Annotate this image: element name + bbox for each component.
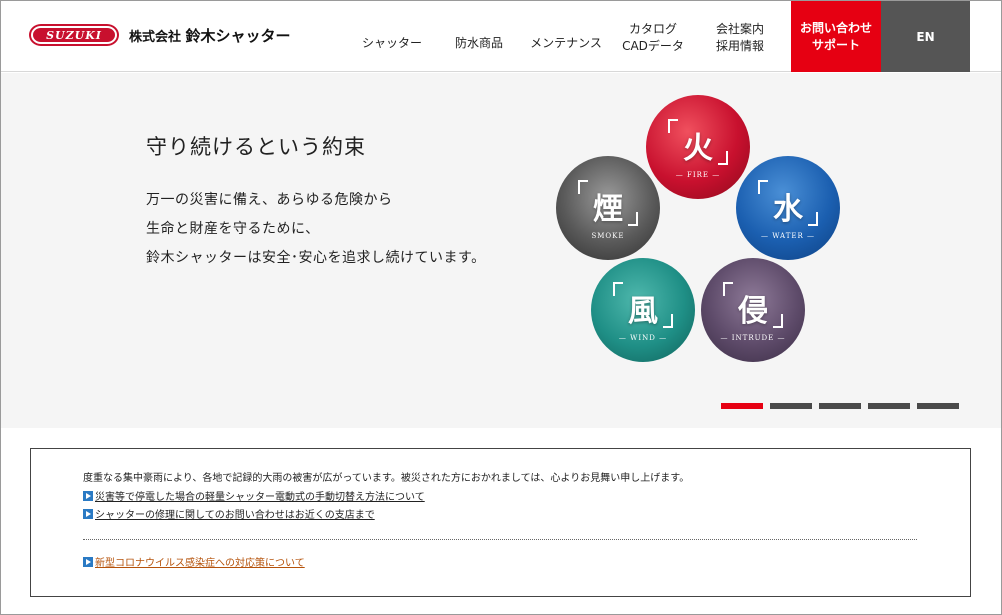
bracket-close-icon bbox=[718, 151, 728, 165]
contact-line2: サポート bbox=[811, 37, 860, 52]
hero-line-2: 生命と財産を守るために、 bbox=[146, 221, 320, 237]
carousel-indicators bbox=[721, 403, 959, 409]
wind-circle[interactable]: 風 — WIND — bbox=[591, 258, 695, 362]
nav-waterproof[interactable]: 防水商品 bbox=[441, 1, 517, 72]
nav-company[interactable]: 会社案内 採用情報 bbox=[701, 1, 779, 72]
contact-support-button[interactable]: お問い合わせ サポート bbox=[791, 1, 881, 72]
notice-box: 度重なる集中豪雨により、各地で記録的大雨の被害が広がっています。被災された方にお… bbox=[30, 448, 971, 597]
hero-section: 守り続けるという約束 万一の災害に備え、あらゆる危険から 生命と財産を守るために… bbox=[1, 73, 1001, 428]
nav-waterproof-label: 防水商品 bbox=[454, 36, 503, 50]
notice-link-covid[interactable]: 新型コロナウイルス感染症への対応策について bbox=[83, 554, 305, 569]
language-en-button[interactable]: EN bbox=[881, 1, 970, 72]
notice-link-power-outage-label: 災害等で停電した場合の軽量シャッター電動式の手動切替え方法について bbox=[95, 492, 425, 503]
water-kanji: 水 bbox=[773, 192, 803, 227]
notice-message: 度重なる集中豪雨により、各地で記録的大雨の被害が広がっています。被災された方にお… bbox=[83, 473, 690, 484]
carousel-dot-5[interactable] bbox=[917, 403, 959, 409]
company-prefix: 株式会社 bbox=[129, 29, 182, 45]
smoke-caption: SMOKE bbox=[591, 232, 625, 240]
smoke-kanji: 煙 bbox=[593, 192, 623, 227]
intrude-circle[interactable]: 侵 — INTRUDE — bbox=[701, 258, 805, 362]
carousel-dot-3[interactable] bbox=[819, 403, 861, 409]
bracket-close-icon bbox=[628, 212, 638, 226]
site-header: SUZUKI 株式会社 鈴木シャッター シャッター 防水商品 メンテナンス カタ… bbox=[1, 1, 1001, 72]
nav-shutter[interactable]: シャッター bbox=[351, 1, 433, 72]
notice-link-power-outage[interactable]: 災害等で停電した場合の軽量シャッター電動式の手動切替え方法について bbox=[83, 488, 425, 503]
carousel-dot-1[interactable] bbox=[721, 403, 763, 409]
nav-catalog[interactable]: カタログ CADデータ bbox=[613, 1, 693, 72]
logo-badge-text: SUZUKI bbox=[33, 28, 115, 42]
nav-shutter-label: シャッター bbox=[361, 36, 422, 50]
notice-divider bbox=[83, 539, 917, 540]
arrow-right-icon bbox=[83, 508, 93, 519]
wind-kanji: 風 bbox=[628, 294, 658, 329]
notice-link-covid-label: 新型コロナウイルス感染症への対応策について bbox=[95, 558, 305, 569]
notice-link-repair-contact[interactable]: シャッターの修理に関してのお問い合わせはお近くの支店まで bbox=[83, 506, 375, 521]
wind-caption: — WIND — bbox=[618, 334, 668, 342]
bracket-close-icon bbox=[773, 314, 783, 328]
fire-circle[interactable]: 火 — FIRE — bbox=[646, 95, 750, 199]
hero-line-1: 万一の災害に備え、あらゆる危険から bbox=[146, 192, 393, 208]
nav-catalog-line1: カタログ bbox=[628, 21, 677, 36]
arrow-right-icon bbox=[83, 556, 93, 567]
intrude-caption: — INTRUDE — bbox=[720, 334, 786, 342]
fire-caption: — FIRE — bbox=[675, 171, 721, 179]
bracket-close-icon bbox=[808, 212, 818, 226]
company-name-main: 鈴木シャッター bbox=[185, 26, 291, 45]
nav-company-line2: 採用情報 bbox=[715, 38, 764, 53]
nav-company-line1: 会社案内 bbox=[715, 21, 764, 36]
intrude-kanji: 侵 bbox=[738, 294, 768, 329]
nav-catalog-line2: CADデータ bbox=[622, 38, 684, 53]
notice-link-repair-contact-label: シャッターの修理に関してのお問い合わせはお近くの支店まで bbox=[95, 510, 375, 521]
language-en-label: EN bbox=[916, 29, 935, 44]
nav-maintenance[interactable]: メンテナンス bbox=[525, 1, 607, 72]
bracket-close-icon bbox=[663, 314, 673, 328]
site-logo[interactable]: SUZUKI 株式会社 鈴木シャッター bbox=[29, 23, 291, 47]
smoke-circle[interactable]: 煙 SMOKE bbox=[556, 156, 660, 260]
arrow-right-icon bbox=[83, 490, 93, 501]
page-frame: SUZUKI 株式会社 鈴木シャッター シャッター 防水商品 メンテナンス カタ… bbox=[0, 0, 1002, 615]
fire-kanji: 火 bbox=[683, 131, 713, 166]
contact-line1: お問い合わせ bbox=[799, 20, 872, 35]
water-caption: — WATER — bbox=[760, 232, 816, 240]
carousel-dot-4[interactable] bbox=[868, 403, 910, 409]
nav-maintenance-label: メンテナンス bbox=[530, 36, 602, 50]
company-name: 株式会社 鈴木シャッター bbox=[129, 25, 291, 46]
suzuki-logo-badge: SUZUKI bbox=[29, 24, 119, 46]
hero-title: 守り続けるという約束 bbox=[146, 135, 366, 159]
hero-line-3: 鈴木シャッターは安全･安心を追求し続けています。 bbox=[146, 250, 486, 266]
carousel-dot-2[interactable] bbox=[770, 403, 812, 409]
water-circle[interactable]: 水 — WATER — bbox=[736, 156, 840, 260]
